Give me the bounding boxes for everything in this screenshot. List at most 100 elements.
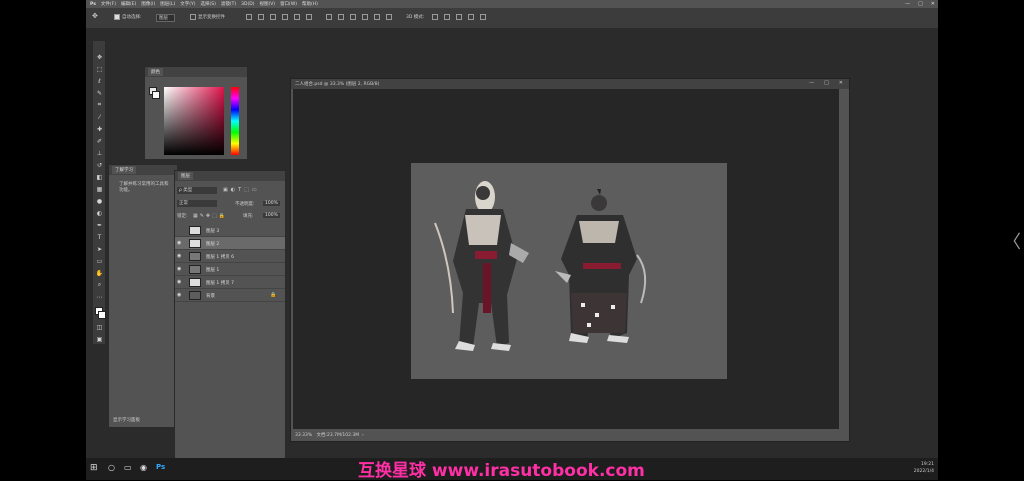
- close-button[interactable]: ✕: [931, 1, 935, 7]
- layers-panel-tab[interactable]: 图层: [178, 172, 193, 180]
- layer-filter-dropdown[interactable]: ρ 类型: [177, 187, 217, 194]
- color-panel-tab[interactable]: 颜色: [148, 68, 163, 76]
- background-color-swatch[interactable]: [98, 311, 106, 319]
- type-tool-icon[interactable]: T: [95, 233, 104, 241]
- visibility-eye-icon[interactable]: ◉: [177, 279, 181, 285]
- move-tool-icon[interactable]: ✥: [95, 53, 104, 61]
- document-tab[interactable]: 二人组合.psd @ 33.3% (图层 2, RGB/8) — □ ✕: [291, 79, 849, 89]
- align-center-icon[interactable]: [258, 14, 264, 20]
- layer-row[interactable]: 图层 3: [175, 224, 285, 237]
- distribute-top-icon[interactable]: [326, 14, 332, 20]
- menu-view[interactable]: 视图(V): [259, 1, 275, 7]
- 3d-scale-icon[interactable]: [480, 14, 486, 20]
- transform-controls-checkbox[interactable]: [190, 14, 196, 20]
- 3d-pan-icon[interactable]: [456, 14, 462, 20]
- layer-row[interactable]: ◉ 图层 1 拷贝 6: [175, 250, 285, 263]
- menu-3d[interactable]: 3D(D): [241, 2, 254, 7]
- align-middle-icon[interactable]: [294, 14, 300, 20]
- history-brush-tool-icon[interactable]: ↺: [95, 161, 104, 169]
- visibility-eye-icon[interactable]: ◉: [177, 253, 181, 259]
- menu-layer[interactable]: 图层(L): [160, 1, 175, 7]
- screen-mode-icon[interactable]: ▣: [95, 335, 104, 343]
- minimize-button[interactable]: —: [905, 1, 910, 7]
- color-picker-field[interactable]: [164, 87, 224, 155]
- align-left-icon[interactable]: [246, 14, 252, 20]
- zoom-tool-icon[interactable]: ⌕: [95, 281, 104, 289]
- brush-tool-icon[interactable]: ✐: [95, 137, 104, 145]
- color-background-swatch[interactable]: [152, 91, 160, 99]
- fill-input[interactable]: 100%: [263, 213, 280, 218]
- healing-brush-tool-icon[interactable]: ✚: [95, 125, 104, 133]
- layer-row[interactable]: ◉ 背景 🔒: [175, 289, 285, 302]
- distribute-right-icon[interactable]: [386, 14, 392, 20]
- align-bottom-icon[interactable]: [306, 14, 312, 20]
- visibility-eye-icon[interactable]: ◉: [177, 292, 181, 298]
- blur-tool-icon[interactable]: ●: [95, 197, 104, 205]
- pen-tool-icon[interactable]: ✒: [95, 221, 104, 229]
- learn-panel-tab[interactable]: 了解学习: [112, 166, 136, 174]
- clock-date: 2022/1/4: [913, 469, 934, 474]
- layer-row[interactable]: ◉ 图层 1 拷贝 7: [175, 276, 285, 289]
- pasteboard[interactable]: [293, 89, 839, 429]
- clone-stamp-tool-icon[interactable]: ⊥: [95, 149, 104, 157]
- system-clock[interactable]: 19:21 2022/1/4: [914, 461, 934, 475]
- menu-select[interactable]: 选择(S): [201, 1, 216, 7]
- menu-file[interactable]: 文件(F): [101, 1, 116, 7]
- next-arrow-icon[interactable]: 〈: [1003, 228, 1021, 254]
- distribute-left-icon[interactable]: [362, 14, 368, 20]
- task-view-icon[interactable]: ▭: [124, 463, 132, 472]
- opacity-input[interactable]: 100%: [263, 201, 280, 206]
- auto-select-dropdown[interactable]: 图层: [156, 14, 175, 22]
- 3d-slide-icon[interactable]: [468, 14, 474, 20]
- more-tools-icon[interactable]: ⋯: [95, 293, 104, 301]
- visibility-eye-icon[interactable]: ◉: [177, 266, 181, 272]
- hue-slider[interactable]: [231, 87, 239, 155]
- distribute-center-icon[interactable]: [374, 14, 380, 20]
- layer-filter-icons[interactable]: ▣◐T⬚▭: [223, 187, 260, 193]
- status-arrow-icon[interactable]: ›: [362, 433, 364, 438]
- doc-minimize-button[interactable]: —: [809, 80, 814, 86]
- doc-maximize-button[interactable]: □: [824, 80, 829, 86]
- dodge-tool-icon[interactable]: ◐: [95, 209, 104, 217]
- eraser-tool-icon[interactable]: ◧: [95, 173, 104, 181]
- search-icon[interactable]: ○: [108, 463, 115, 472]
- marquee-tool-icon[interactable]: ⬚: [95, 65, 104, 73]
- shape-tool-icon[interactable]: ▭: [95, 257, 104, 265]
- path-select-tool-icon[interactable]: ➤: [95, 245, 104, 253]
- quick-mask-icon[interactable]: ◫: [95, 323, 104, 331]
- doc-close-button[interactable]: ✕: [839, 80, 843, 86]
- menu-edit[interactable]: 编辑(E): [121, 1, 136, 7]
- hand-tool-icon[interactable]: ✋: [95, 269, 104, 277]
- layer-name: 图层 1: [206, 268, 220, 273]
- align-top-icon[interactable]: [282, 14, 288, 20]
- layer-row[interactable]: ◉ 图层 2: [175, 237, 285, 250]
- zoom-level[interactable]: 33.33%: [295, 433, 312, 438]
- show-learn-panel-link[interactable]: 显示学习面板: [113, 417, 140, 423]
- auto-select-checkbox[interactable]: [114, 14, 120, 20]
- maximize-button[interactable]: □: [918, 1, 923, 7]
- visibility-eye-icon[interactable]: ◉: [177, 240, 181, 246]
- distribute-middle-icon[interactable]: [338, 14, 344, 20]
- menu-filter[interactable]: 滤镜(T): [221, 1, 236, 7]
- lock-icons[interactable]: ▦✎✥⬚🔒: [193, 213, 227, 219]
- menu-type[interactable]: 文字(Y): [180, 1, 195, 7]
- gradient-tool-icon[interactable]: ▦: [95, 185, 104, 193]
- lasso-tool-icon[interactable]: ℓ: [95, 77, 104, 85]
- windows-start-icon[interactable]: ⊞: [90, 463, 98, 473]
- blend-mode-dropdown[interactable]: 正常: [177, 200, 217, 207]
- menu-window[interactable]: 窗口(W): [280, 1, 297, 7]
- 3d-rotate-icon[interactable]: [432, 14, 438, 20]
- app-icon[interactable]: ◉: [140, 463, 147, 472]
- align-right-icon[interactable]: [270, 14, 276, 20]
- quick-select-tool-icon[interactable]: ✎: [95, 89, 104, 97]
- menu-image[interactable]: 图像(I): [141, 1, 155, 7]
- 3d-roll-icon[interactable]: [444, 14, 450, 20]
- menu-help[interactable]: 帮助(H): [302, 1, 318, 7]
- document-canvas[interactable]: [411, 163, 727, 379]
- move-tool-icon[interactable]: ✥: [92, 12, 98, 20]
- photoshop-taskbar-icon[interactable]: Ps: [156, 463, 165, 471]
- layer-row[interactable]: ◉ 图层 1: [175, 263, 285, 276]
- crop-tool-icon[interactable]: ⌗: [95, 101, 104, 109]
- eyedropper-tool-icon[interactable]: ⁄: [95, 113, 104, 121]
- distribute-bottom-icon[interactable]: [350, 14, 356, 20]
